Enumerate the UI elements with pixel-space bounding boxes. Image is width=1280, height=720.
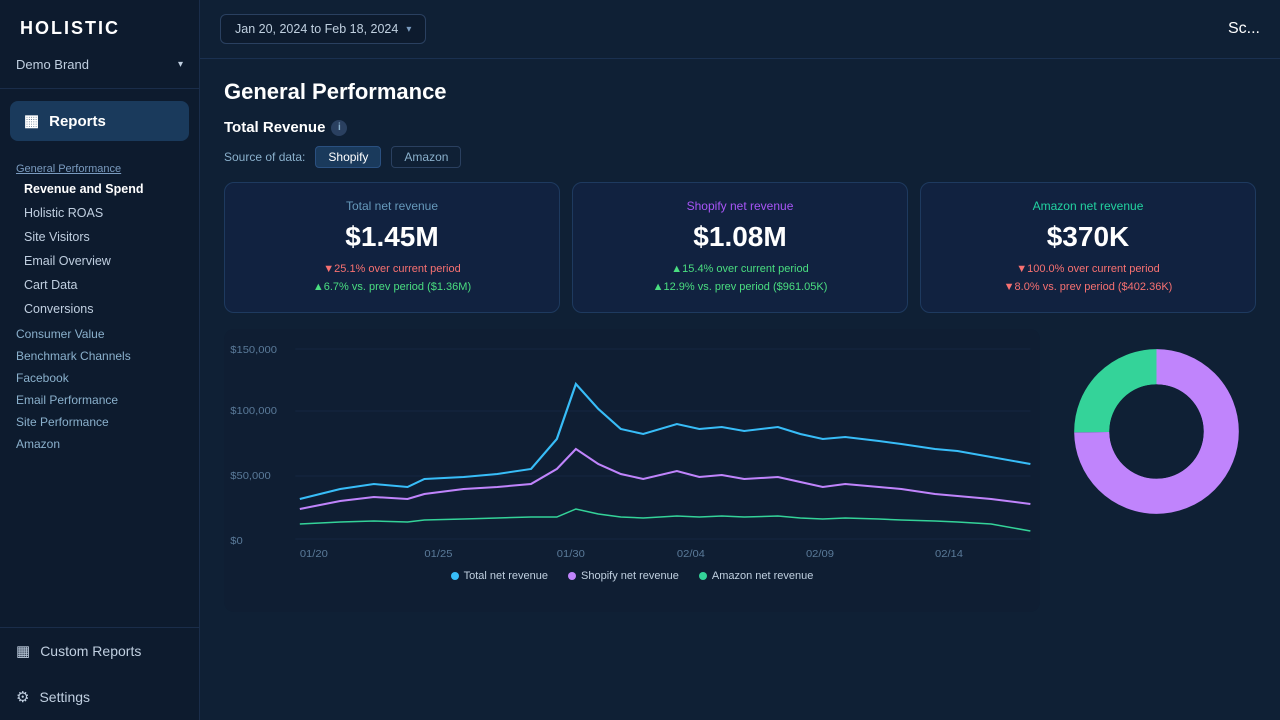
custom-reports-label: Custom Reports bbox=[40, 643, 141, 659]
date-range-text: Jan 20, 2024 to Feb 18, 2024 bbox=[235, 22, 398, 36]
source-shopify-badge[interactable]: Shopify bbox=[315, 146, 381, 168]
metric-card-amazon: Amazon net revenue $370K ▼100.0% over cu… bbox=[920, 182, 1256, 313]
svg-text:$100,000: $100,000 bbox=[230, 406, 277, 417]
settings-gear-icon: ⚙ bbox=[16, 688, 29, 706]
metric-label-total: Total net revenue bbox=[245, 199, 539, 213]
page-content: General Performance Total Revenue i Sour… bbox=[200, 59, 1280, 720]
brand-selector[interactable]: Demo Brand ▾ bbox=[0, 49, 199, 89]
source-row: Source of data: Shopify Amazon bbox=[224, 146, 1256, 168]
sidebar-bottom: ▦ Custom Reports ⚙ Settings bbox=[0, 627, 199, 720]
date-range-picker[interactable]: Jan 20, 2024 to Feb 18, 2024 ▾ bbox=[220, 14, 426, 44]
metric-value-amazon: $370K bbox=[941, 221, 1235, 253]
source-label: Source of data: bbox=[224, 150, 305, 164]
svg-text:02/14: 02/14 bbox=[935, 549, 963, 559]
svg-text:$150,000: $150,000 bbox=[230, 345, 277, 356]
svg-text:02/04: 02/04 bbox=[677, 549, 705, 559]
section-title-text: Total Revenue bbox=[224, 119, 325, 136]
sidebar-item-amazon[interactable]: Amazon bbox=[0, 431, 199, 453]
sidebar-item-conversions[interactable]: Conversions bbox=[0, 297, 199, 321]
line-chart-container: $150,000 $100,000 $50,000 $0 01/20 01/25… bbox=[224, 329, 1040, 612]
legend-amazon: Amazon net revenue bbox=[699, 570, 814, 582]
legend-label-amazon: Amazon net revenue bbox=[712, 570, 814, 582]
brand-name: Demo Brand bbox=[16, 57, 89, 72]
legend-dot-total bbox=[451, 572, 459, 580]
sidebar-item-revenue-spend[interactable]: Revenue and Spend bbox=[0, 177, 199, 201]
chart-legend: Total net revenue Shopify net revenue Am… bbox=[228, 570, 1036, 582]
metric-value-total: $1.45M bbox=[245, 221, 539, 253]
metric-value-shopify: $1.08M bbox=[593, 221, 887, 253]
svg-text:$0: $0 bbox=[230, 536, 243, 547]
bar-chart-icon: ▦ bbox=[24, 111, 39, 131]
metric-changes-total: ▼25.1% over current period ▲6.7% vs. pre… bbox=[245, 261, 539, 296]
metric-change2-total: ▲6.7% vs. prev period ($1.36M) bbox=[245, 279, 539, 297]
metric-label-shopify: Shopify net revenue bbox=[593, 199, 887, 213]
sidebar: HOLISTIC Demo Brand ▾ ▦ Reports General … bbox=[0, 0, 200, 720]
legend-label-shopify: Shopify net revenue bbox=[581, 570, 679, 582]
metric-change1-total: ▼25.1% over current period bbox=[245, 261, 539, 279]
custom-reports-button[interactable]: ▦ Custom Reports bbox=[0, 628, 199, 674]
main-content: Jan 20, 2024 to Feb 18, 2024 ▾ Sc... Gen… bbox=[200, 0, 1280, 720]
svg-text:01/25: 01/25 bbox=[424, 549, 452, 559]
metric-change1-shopify: ▲15.4% over current period bbox=[593, 261, 887, 279]
legend-total: Total net revenue bbox=[451, 570, 548, 582]
custom-reports-icon: ▦ bbox=[16, 642, 30, 660]
sidebar-item-email-performance[interactable]: Email Performance bbox=[0, 387, 199, 409]
donut-chart-svg bbox=[1064, 339, 1249, 524]
line-chart-svg: $150,000 $100,000 $50,000 $0 01/20 01/25… bbox=[228, 339, 1036, 559]
svg-text:02/09: 02/09 bbox=[806, 549, 834, 559]
sidebar-item-site-performance[interactable]: Site Performance bbox=[0, 409, 199, 431]
metric-change2-shopify: ▲12.9% vs. prev period ($961.05K) bbox=[593, 279, 887, 297]
svg-text:01/30: 01/30 bbox=[557, 549, 585, 559]
info-icon[interactable]: i bbox=[331, 120, 347, 136]
sidebar-item-cart-data[interactable]: Cart Data bbox=[0, 273, 199, 297]
metric-card-total: Total net revenue $1.45M ▼25.1% over cur… bbox=[224, 182, 560, 313]
section-total-revenue: Total Revenue i bbox=[224, 119, 1256, 136]
brand-chevron-icon: ▾ bbox=[178, 59, 183, 70]
settings-label: Settings bbox=[39, 689, 90, 705]
metrics-row: Total net revenue $1.45M ▼25.1% over cur… bbox=[224, 182, 1256, 313]
chart-area: $150,000 $100,000 $50,000 $0 01/20 01/25… bbox=[224, 329, 1256, 612]
sidebar-nav: General Performance Revenue and Spend Ho… bbox=[0, 153, 199, 627]
date-picker-chevron-icon: ▾ bbox=[406, 24, 411, 35]
app-logo: HOLISTIC bbox=[0, 0, 199, 49]
sidebar-item-benchmark-channels[interactable]: Benchmark Channels bbox=[0, 343, 199, 365]
metric-changes-amazon: ▼100.0% over current period ▼8.0% vs. pr… bbox=[941, 261, 1235, 296]
source-amazon-badge[interactable]: Amazon bbox=[391, 146, 461, 168]
legend-shopify: Shopify net revenue bbox=[568, 570, 679, 582]
sidebar-item-email-overview[interactable]: Email Overview bbox=[0, 249, 199, 273]
metric-change1-amazon: ▼100.0% over current period bbox=[941, 261, 1235, 279]
sidebar-item-consumer-value[interactable]: Consumer Value bbox=[0, 321, 199, 343]
svg-text:01/20: 01/20 bbox=[300, 549, 328, 559]
sidebar-item-site-visitors[interactable]: Site Visitors bbox=[0, 225, 199, 249]
metric-card-shopify: Shopify net revenue $1.08M ▲15.4% over c… bbox=[572, 182, 908, 313]
settings-button[interactable]: ⚙ Settings bbox=[0, 674, 199, 720]
legend-label-total: Total net revenue bbox=[464, 570, 548, 582]
metric-change2-amazon: ▼8.0% vs. prev period ($402.36K) bbox=[941, 279, 1235, 297]
sidebar-section-general-performance[interactable]: General Performance bbox=[0, 157, 199, 177]
sidebar-item-holistic-roas[interactable]: Holistic ROAS bbox=[0, 201, 199, 225]
page-title: General Performance bbox=[224, 79, 1256, 105]
legend-dot-shopify bbox=[568, 572, 576, 580]
reports-label: Reports bbox=[49, 113, 106, 130]
metric-label-amazon: Amazon net revenue bbox=[941, 199, 1235, 213]
svg-text:$50,000: $50,000 bbox=[230, 471, 271, 482]
donut-chart-container bbox=[1056, 339, 1256, 524]
reports-nav-button[interactable]: ▦ Reports bbox=[10, 101, 189, 141]
metric-changes-shopify: ▲15.4% over current period ▲12.9% vs. pr… bbox=[593, 261, 887, 296]
topbar: Jan 20, 2024 to Feb 18, 2024 ▾ Sc... bbox=[200, 0, 1280, 59]
sidebar-item-facebook[interactable]: Facebook bbox=[0, 365, 199, 387]
legend-dot-amazon bbox=[699, 572, 707, 580]
topbar-right-label: Sc... bbox=[1228, 20, 1260, 38]
